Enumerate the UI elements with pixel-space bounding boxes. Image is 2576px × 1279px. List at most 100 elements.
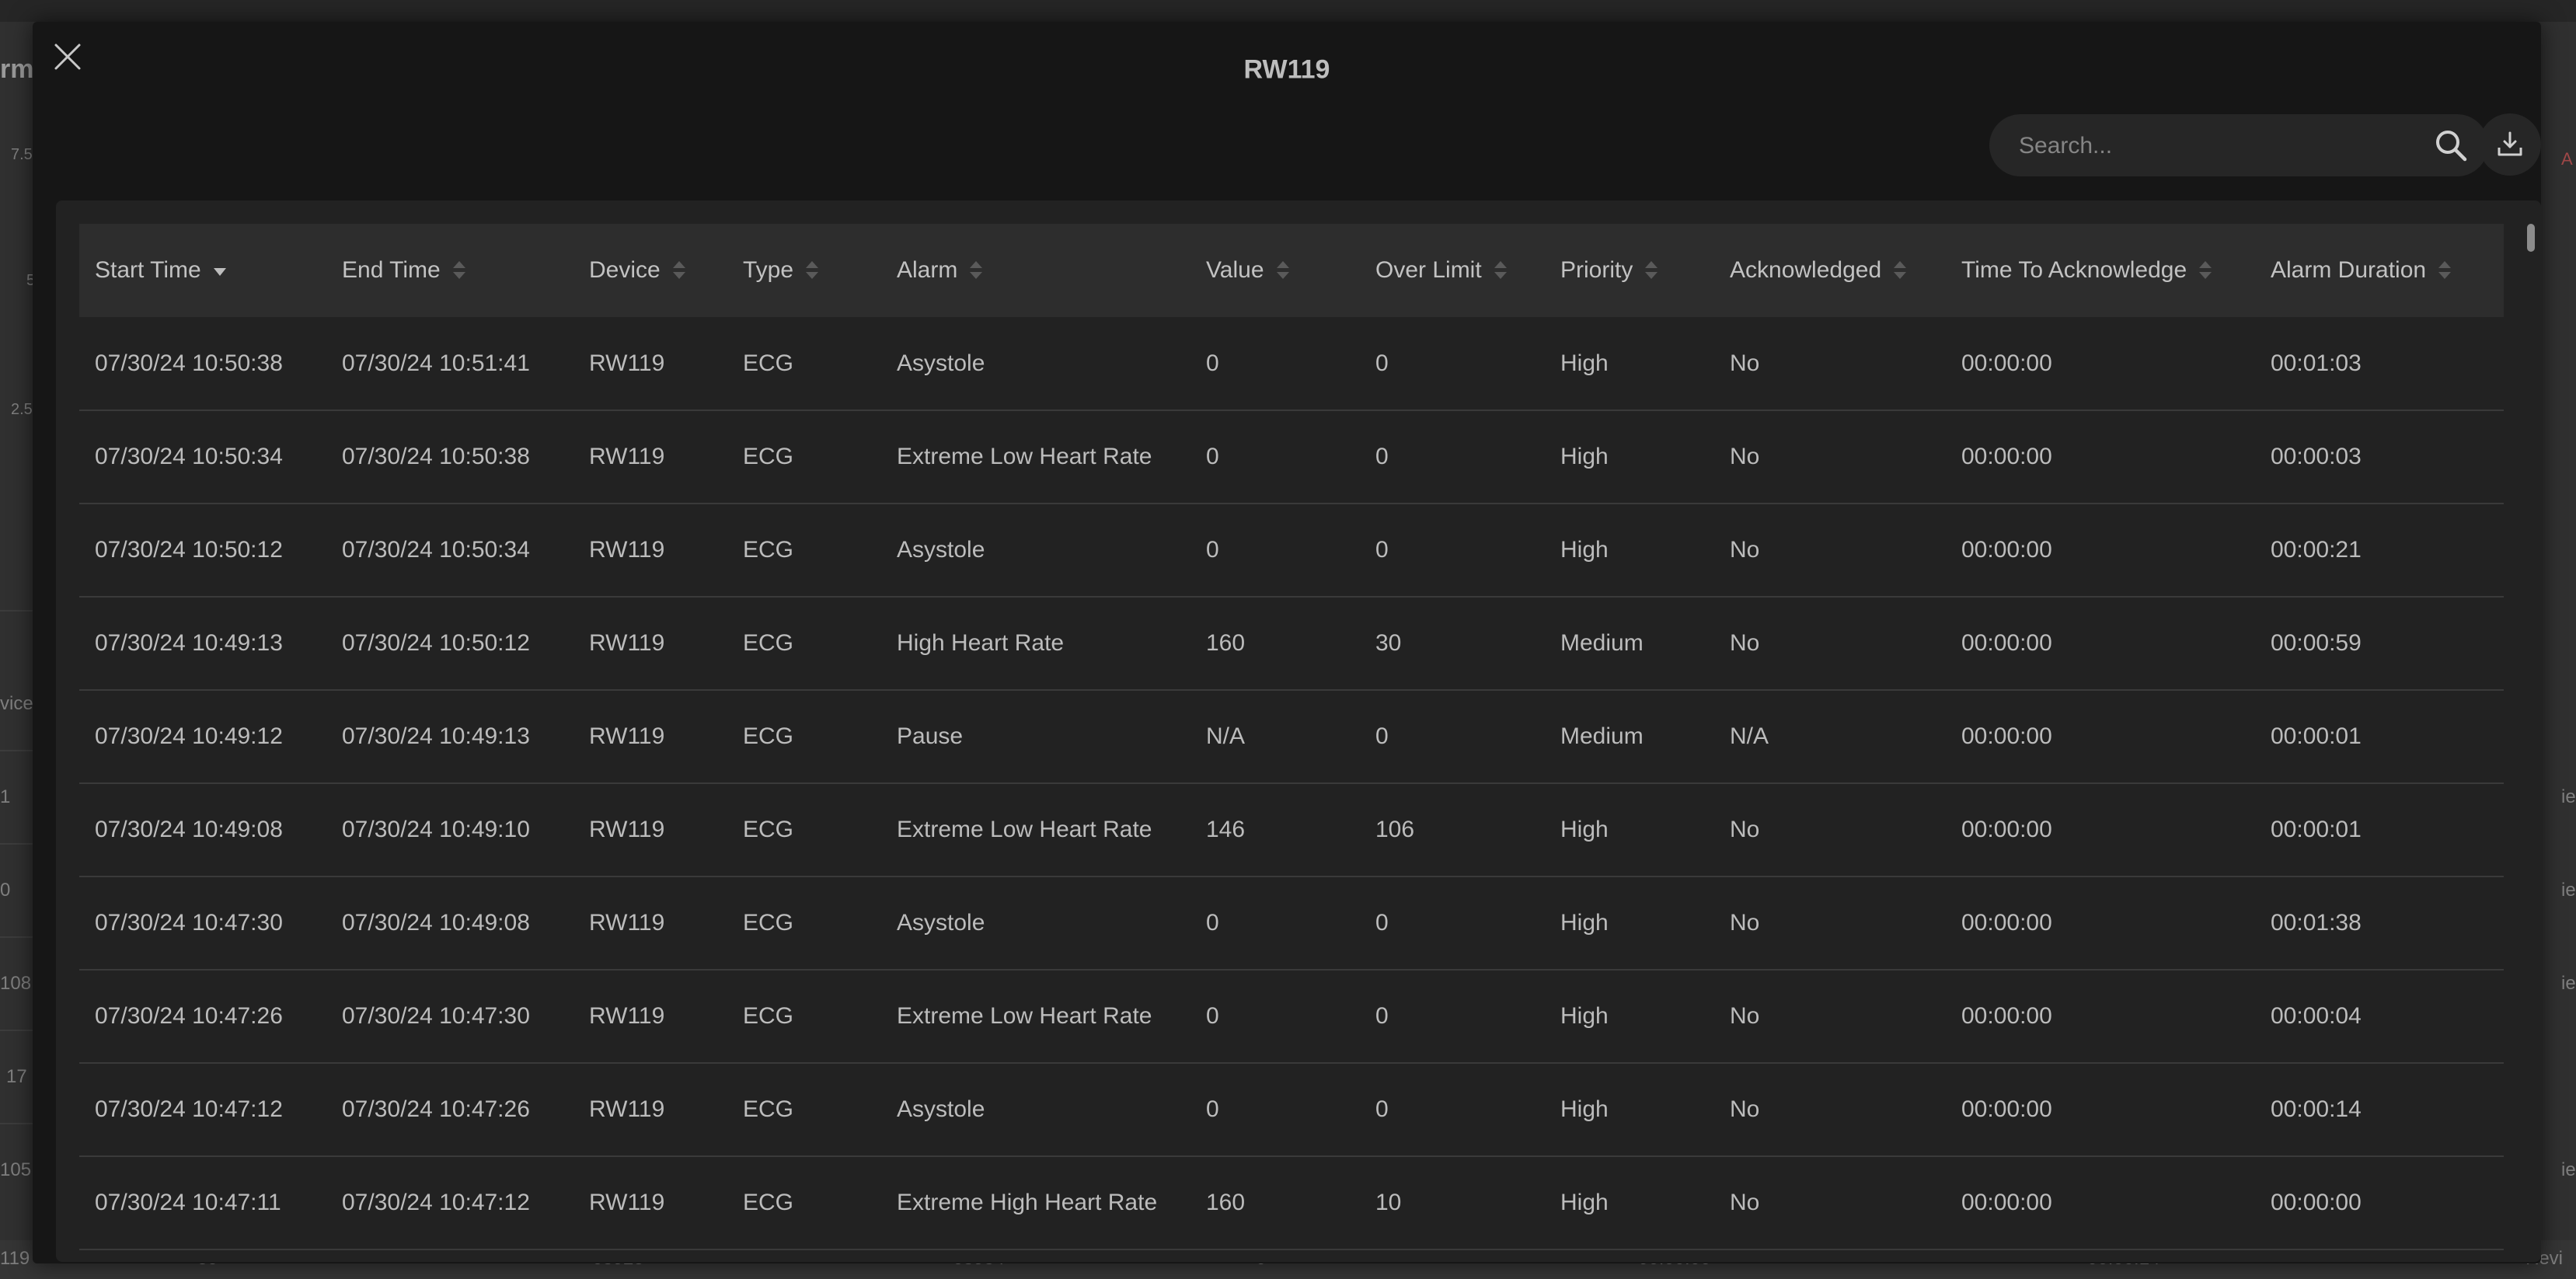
sort-asc-arrow bbox=[806, 261, 819, 268]
sort-icon[interactable] bbox=[806, 259, 819, 282]
cell-time-to-acknowledge: 00:00:00 bbox=[1961, 537, 2052, 563]
cell-time-to-acknowledge: 00:00:00 bbox=[1961, 350, 2052, 376]
cell-type: ECG bbox=[743, 1096, 794, 1122]
cell-value: 0 bbox=[1206, 350, 1219, 376]
cell-start-time: 07/30/24 10:49:08 bbox=[95, 817, 283, 842]
sort-icon[interactable] bbox=[452, 259, 465, 282]
sort-icon[interactable] bbox=[1276, 259, 1289, 282]
cell-end-time: 07/30/24 10:50:38 bbox=[342, 444, 530, 469]
table-row[interactable]: 07/30/24 10:50:34 07/30/24 10:50:38 RW119 E… bbox=[79, 410, 2504, 504]
sort-icon[interactable] bbox=[1645, 259, 1658, 282]
sort-desc-arrow bbox=[2199, 272, 2212, 279]
column-header-type[interactable]: Type bbox=[727, 224, 881, 317]
sort-icon[interactable] bbox=[2199, 259, 2212, 282]
cell-device: RW119 bbox=[589, 444, 665, 469]
cell-over-limit: 0 bbox=[1375, 1003, 1389, 1029]
search-icon[interactable] bbox=[2434, 128, 2468, 162]
vertical-scrollbar[interactable] bbox=[2527, 224, 2536, 1249]
cell-end-time: 07/30/24 10:47:26 bbox=[342, 1096, 530, 1122]
bg-divider bbox=[0, 843, 34, 845]
sort-icon[interactable] bbox=[1494, 259, 1507, 282]
cell-acknowledged: No bbox=[1730, 444, 1760, 469]
column-header-alarm[interactable]: Alarm bbox=[881, 224, 1190, 317]
cell-value: 146 bbox=[1206, 817, 1246, 842]
cell-acknowledged: No bbox=[1730, 910, 1760, 936]
cell-end-time: 07/30/24 10:50:34 bbox=[342, 537, 530, 563]
cell-time-to-acknowledge: 00:00:00 bbox=[1961, 630, 2052, 656]
cell-time-to-acknowledge: 00:00:00 bbox=[1961, 817, 2052, 842]
bg-cell-fragment: ie bbox=[2561, 973, 2576, 994]
table-row[interactable]: 07/30/24 10:47:11 07/30/24 10:47:12 RW119 E… bbox=[79, 1156, 2504, 1249]
table-row[interactable]: 07/30/24 10:49:12 07/30/24 10:49:13 RW119 E… bbox=[79, 690, 2504, 783]
table-row[interactable]: 07/30/24 10:47:30 07/30/24 10:49:08 RW119 E… bbox=[79, 876, 2504, 970]
cell-priority: High bbox=[1560, 1096, 1609, 1122]
sort-icon[interactable] bbox=[2438, 259, 2452, 282]
cell-type: ECG bbox=[743, 1003, 794, 1029]
column-header-inner: Device bbox=[589, 257, 685, 284]
cell-alarm: Extreme High Heart Rate bbox=[897, 1190, 1158, 1215]
column-header-inner: Alarm Duration bbox=[2271, 257, 2452, 284]
column-header-label: Type bbox=[743, 257, 794, 283]
cell-start-time: 07/30/24 10:47:30 bbox=[95, 910, 283, 936]
search-input[interactable] bbox=[2017, 114, 2424, 178]
cell-acknowledged: No bbox=[1730, 1096, 1760, 1122]
cell-type: ECG bbox=[743, 910, 794, 936]
cell-time-to-acknowledge: 00:00:00 bbox=[1961, 1190, 2052, 1215]
alarm-table-scroll-area[interactable]: Start Time End Time Device Type Alarm Value Ov… bbox=[79, 224, 2504, 1262]
column-header-label: Over Limit bbox=[1375, 257, 1482, 283]
alarm-table-panel: Start Time End Time Device Type Alarm Value Ov… bbox=[56, 200, 2541, 1262]
cell-alarm-duration: 00:00:59 bbox=[2271, 630, 2362, 656]
sort-desc-arrow bbox=[1276, 272, 1289, 279]
cell-device: RW119 bbox=[589, 1003, 665, 1029]
cell-acknowledged: No bbox=[1730, 350, 1760, 376]
column-header-label: Priority bbox=[1560, 257, 1633, 283]
cell-value: 0 bbox=[1206, 1096, 1219, 1122]
table-row[interactable]: 07/30/24 10:49:08 07/30/24 10:49:10 RW119 E… bbox=[79, 783, 2504, 876]
download-button[interactable] bbox=[2479, 113, 2541, 176]
cell-alarm-duration: 00:01:38 bbox=[2271, 910, 2362, 936]
cell-type: ECG bbox=[743, 350, 794, 376]
sort-icon[interactable] bbox=[213, 259, 226, 282]
cell-time-to-acknowledge: 00:00:00 bbox=[1961, 444, 2052, 469]
cell-priority: High bbox=[1560, 1003, 1609, 1029]
cell-alarm-duration: 00:00:14 bbox=[2271, 1096, 2362, 1122]
bg-cell-fragment: ie bbox=[2561, 880, 2576, 901]
cell-value: 0 bbox=[1206, 910, 1219, 936]
sort-icon[interactable] bbox=[970, 259, 983, 282]
table-row[interactable]: 07/30/24 10:50:12 07/30/24 10:50:34 RW119 E… bbox=[79, 504, 2504, 597]
cell-type: ECG bbox=[743, 817, 794, 842]
column-header-inner: Acknowledged bbox=[1730, 257, 1907, 284]
cell-time-to-acknowledge: 00:00:00 bbox=[1961, 1096, 2052, 1122]
cell-over-limit: 30 bbox=[1375, 630, 1402, 656]
column-header-label: Alarm Duration bbox=[2271, 257, 2427, 283]
bg-divider bbox=[0, 750, 34, 751]
table-row[interactable]: 07/30/24 10:47:12 07/30/24 10:47:26 RW119 E… bbox=[79, 1063, 2504, 1156]
column-header-start-time[interactable]: Start Time bbox=[79, 224, 326, 317]
bg-cell-fragment: 17 bbox=[6, 1066, 27, 1087]
column-header-acknowledged[interactable]: Acknowledged bbox=[1714, 224, 1946, 317]
cell-device: RW119 bbox=[589, 1190, 665, 1215]
cell-alarm-duration: 00:00:01 bbox=[2271, 723, 2362, 749]
table-header: Start Time End Time Device Type Alarm Value Ov… bbox=[79, 224, 2504, 317]
column-header-device[interactable]: Device bbox=[573, 224, 727, 317]
column-header-priority[interactable]: Priority bbox=[1545, 224, 1714, 317]
sort-icon[interactable] bbox=[1894, 259, 1907, 282]
table-row[interactable]: 07/30/24 10:47:26 07/30/24 10:47:30 RW119 E… bbox=[79, 970, 2504, 1063]
column-header-over-limit[interactable]: Over Limit bbox=[1360, 224, 1545, 317]
column-header-end-time[interactable]: End Time bbox=[326, 224, 573, 317]
sort-desc-arrow bbox=[1645, 272, 1658, 279]
table-row[interactable]: 07/30/24 10:50:38 07/30/24 10:51:41 RW119 E… bbox=[79, 317, 2504, 410]
search-box[interactable] bbox=[1989, 114, 2488, 178]
column-header-alarm-duration[interactable]: Alarm Duration bbox=[2255, 224, 2504, 317]
scrollbar-thumb[interactable] bbox=[2527, 224, 2535, 252]
column-header-value[interactable]: Value bbox=[1190, 224, 1360, 317]
cell-over-limit: 0 bbox=[1375, 723, 1389, 749]
table-row[interactable]: 07/30/24 10:49:13 07/30/24 10:50:12 RW119 E… bbox=[79, 597, 2504, 690]
column-header-time-to-acknowledge[interactable]: Time To Acknowledge bbox=[1946, 224, 2255, 317]
cell-alarm: Asystole bbox=[897, 910, 985, 936]
cell-alarm-duration: 00:00:01 bbox=[2271, 817, 2362, 842]
cell-end-time: 07/30/24 10:47:12 bbox=[342, 1190, 530, 1215]
cell-device: RW119 bbox=[589, 910, 665, 936]
sort-icon[interactable] bbox=[672, 259, 685, 282]
bg-divider bbox=[0, 1030, 34, 1031]
